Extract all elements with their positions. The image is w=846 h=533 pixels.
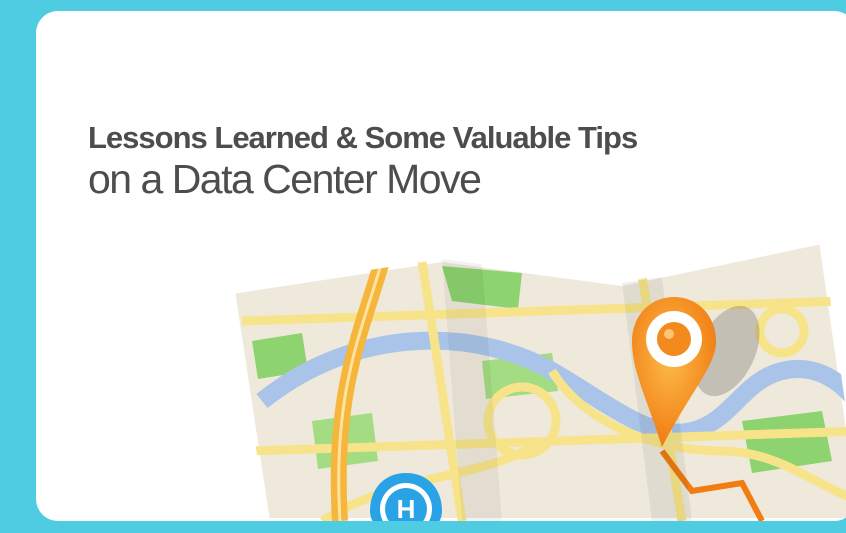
promo-card[interactable]: Lessons Learned & Some Valuable Tips on … xyxy=(36,11,846,521)
folded-map-illustration: H xyxy=(228,237,846,521)
headline: Lessons Learned & Some Valuable Tips on … xyxy=(88,119,638,202)
headline-line-1: Lessons Learned & Some Valuable Tips xyxy=(88,120,638,155)
headline-line-2: on a Data Center Move xyxy=(88,156,482,202)
hospital-marker-letter: H xyxy=(397,494,416,521)
